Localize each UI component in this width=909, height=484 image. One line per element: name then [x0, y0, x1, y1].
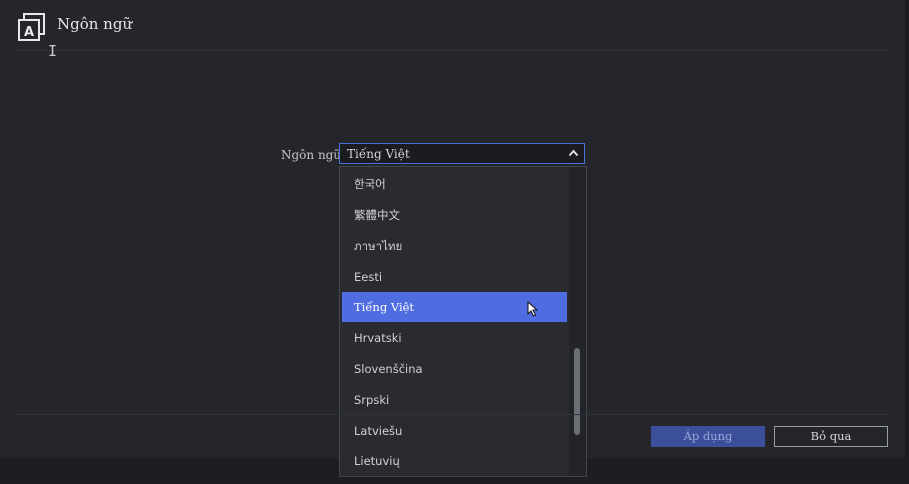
- language-option[interactable]: Eesti: [342, 262, 567, 292]
- language-option[interactable]: Lietuvių: [342, 446, 567, 476]
- footer-divider: [14, 414, 889, 415]
- language-select[interactable]: Tiếng Việt: [339, 143, 585, 164]
- svg-text:A: A: [24, 25, 34, 40]
- language-icon: A: [18, 13, 45, 41]
- language-option[interactable]: 繁體中文: [342, 200, 567, 230]
- language-option[interactable]: ภาษาไทย: [342, 231, 567, 261]
- language-label: Ngôn ngữ: [281, 148, 342, 162]
- header-divider: [14, 50, 889, 51]
- language-option[interactable]: Slovenščina: [342, 354, 567, 384]
- scrollbar-thumb[interactable]: [574, 348, 580, 435]
- language-select-value: Tiếng Việt: [347, 147, 410, 161]
- language-dropdown[interactable]: 한국어 繁體中文 ภาษาไทย Eesti Tiếng Việt Hrvats…: [339, 166, 587, 477]
- apply-button[interactable]: Áp dụng: [651, 426, 765, 447]
- language-option[interactable]: Srpski: [342, 385, 567, 415]
- language-option[interactable]: Latviešu: [342, 416, 567, 446]
- text-cursor-icon: I: [48, 42, 58, 60]
- language-option[interactable]: 한국어: [342, 169, 567, 199]
- language-option[interactable]: Hrvatski: [342, 323, 567, 353]
- window-edge: [905, 0, 909, 484]
- chevron-up-icon: [568, 149, 579, 157]
- page-title: Ngôn ngữ: [57, 15, 133, 33]
- skip-button[interactable]: Bỏ qua: [774, 426, 888, 447]
- mouse-pointer-icon: [527, 301, 539, 317]
